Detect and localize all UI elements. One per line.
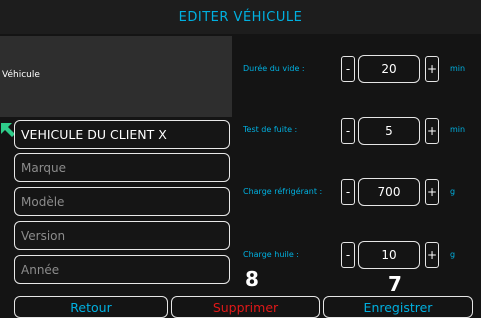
refrigerant-charge-minus-button[interactable]: - bbox=[341, 179, 355, 205]
leak-test-plus-button[interactable]: + bbox=[425, 118, 439, 144]
version-placeholder: Version bbox=[21, 228, 66, 243]
oil-charge-value[interactable]: 10 bbox=[358, 241, 420, 269]
annotation-number-8: 8 bbox=[245, 267, 259, 291]
leak-test-label: Test de fuite : bbox=[243, 125, 298, 134]
refrigerant-charge-unit: g bbox=[450, 187, 456, 196]
page-title: EDITER VÉHICULE bbox=[178, 9, 303, 25]
annotation-number-7: 7 bbox=[388, 272, 402, 296]
save-button[interactable]: Enregistrer bbox=[323, 296, 473, 318]
vacuum-duration-unit: min bbox=[450, 64, 466, 73]
title-bar: EDITER VÉHICULE bbox=[0, 0, 481, 34]
vehicle-name-field[interactable]: VEHICULE DU CLIENT X bbox=[14, 120, 230, 149]
oil-charge-minus-button[interactable]: - bbox=[341, 242, 355, 268]
leak-test-unit: min bbox=[450, 125, 466, 134]
oil-charge-plus-button[interactable]: + bbox=[425, 242, 439, 268]
vehicle-label: Véhicule bbox=[2, 70, 40, 80]
oil-charge-unit: g bbox=[450, 250, 456, 259]
brand-placeholder: Marque bbox=[21, 160, 67, 175]
delete-button[interactable]: Supprimer bbox=[171, 296, 320, 318]
vacuum-duration-plus-button[interactable]: + bbox=[425, 56, 439, 82]
brand-field[interactable]: Marque bbox=[14, 153, 230, 182]
refrigerant-charge-label: Charge réfrigérant : bbox=[243, 187, 323, 196]
year-field[interactable]: Année bbox=[14, 255, 230, 284]
oil-charge-label: Charge huile : bbox=[243, 250, 299, 259]
vacuum-duration-value[interactable]: 20 bbox=[358, 55, 420, 83]
leak-test-minus-button[interactable]: - bbox=[341, 118, 355, 144]
vehicle-name-value: VEHICULE DU CLIENT X bbox=[21, 127, 167, 142]
version-field[interactable]: Version bbox=[14, 221, 230, 250]
year-placeholder: Année bbox=[21, 262, 60, 277]
back-button[interactable]: Retour bbox=[14, 296, 168, 318]
refrigerant-charge-value[interactable]: 700 bbox=[358, 178, 420, 206]
refrigerant-charge-plus-button[interactable]: + bbox=[425, 179, 439, 205]
vacuum-duration-minus-button[interactable]: - bbox=[341, 56, 355, 82]
model-field[interactable]: Modèle bbox=[14, 187, 230, 216]
vacuum-duration-label: Durée du vide : bbox=[243, 64, 305, 73]
leak-test-value[interactable]: 5 bbox=[358, 117, 420, 145]
model-placeholder: Modèle bbox=[21, 194, 65, 209]
